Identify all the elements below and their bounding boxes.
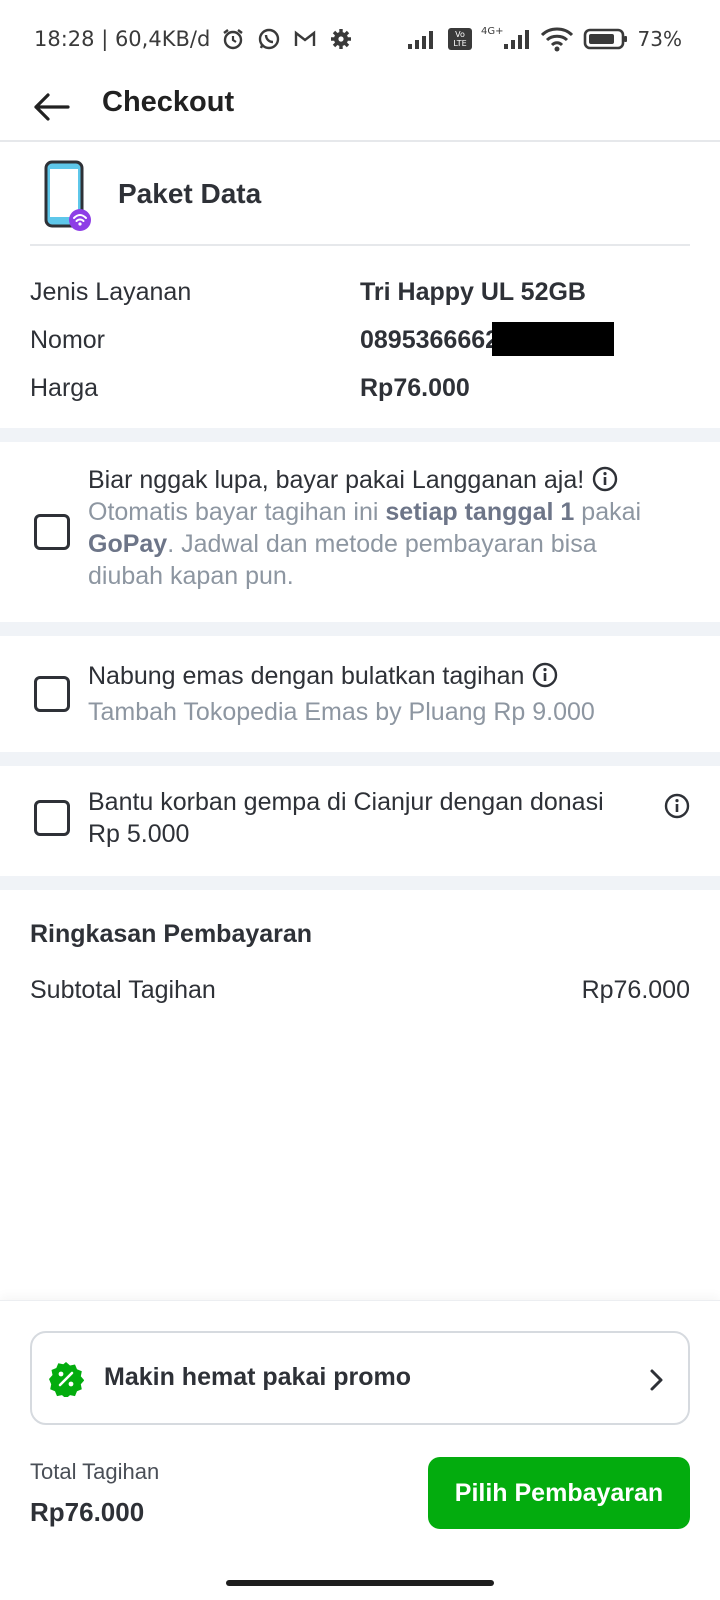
info-icon[interactable]: [532, 662, 558, 688]
summary-title: Ringkasan Pembayaran: [30, 920, 313, 948]
redaction-bar: [492, 322, 614, 356]
status-time-speed: 18:28 | 60,4KB/d: [34, 27, 211, 51]
promo-button[interactable]: Makin hemat pakai promo: [30, 1331, 690, 1425]
gold-checkbox[interactable]: [34, 676, 70, 712]
total-value: Rp76.000: [30, 1497, 145, 1527]
subscription-desc-part: pakai: [574, 498, 642, 526]
gold-title: Nabung emas dengan bulatkan tagihan: [88, 660, 658, 692]
subscription-option: Biar nggak lupa, bayar pakai Langganan a…: [0, 442, 720, 622]
subtotal-value: Rp76.000: [581, 976, 690, 1004]
detail-row-price: Harga Rp76.000: [30, 364, 690, 412]
volte-badge: Vo LTE: [448, 28, 473, 50]
subscription-gopay-highlight: GoPay: [88, 530, 168, 558]
subscription-text: Biar nggak lupa, bayar pakai Langganan a…: [88, 464, 658, 592]
total-label: Total Tagihan: [30, 1459, 160, 1484]
arrow-left-icon: [34, 93, 70, 121]
donation-option: Bantu korban gempa di Cianjur dengan don…: [0, 766, 720, 876]
wifi-icon: [540, 26, 574, 52]
gold-title-text: Nabung emas dengan bulatkan tagihan: [88, 662, 525, 690]
detail-row-number: Nomor 08953666626: [30, 316, 690, 364]
promo-text: Makin hemat pakai promo: [104, 1363, 412, 1391]
subscription-description: Otomatis bayar tagihan ini setiap tangga…: [88, 496, 658, 592]
choose-payment-button[interactable]: Pilih Pembayaran: [428, 1457, 690, 1529]
donation-checkbox[interactable]: [34, 800, 70, 836]
signal-icon: [407, 26, 439, 52]
chevron-right-icon: [646, 1367, 666, 1393]
gold-text: Nabung emas dengan bulatkan tagihan Tamb…: [88, 660, 658, 728]
battery-icon: [583, 26, 629, 52]
subscription-title-text: Biar nggak lupa, bayar pakai Langganan a…: [88, 466, 585, 494]
status-right: Vo LTE 4G+ 73%: [407, 24, 682, 54]
whatsapp-icon: [256, 26, 282, 52]
status-left: 18:28 | 60,4KB/d: [34, 24, 354, 54]
section-divider: [0, 622, 720, 636]
battery-level: 73%: [637, 27, 682, 51]
phone-wifi-icon: [42, 160, 96, 234]
detail-label: Harga: [30, 374, 99, 402]
subscription-date-highlight: setiap tanggal 1: [385, 498, 575, 526]
info-icon[interactable]: [592, 466, 618, 492]
detail-label: Nomor: [30, 326, 106, 354]
section-divider: [0, 752, 720, 766]
detail-value: 08953666626: [360, 326, 513, 354]
gold-subtitle: Tambah Tokopedia Emas by Pluang Rp 9.000: [88, 698, 595, 726]
info-icon[interactable]: [664, 793, 690, 819]
detail-value: Tri Happy UL 52GB: [360, 278, 586, 306]
status-bar: 18:28 | 60,4KB/d Vo LTE 4G+ 73%: [0, 0, 720, 78]
section-divider: [0, 428, 720, 442]
detail-row-service: Jenis Layanan Tri Happy UL 52GB: [30, 268, 690, 316]
back-button[interactable]: [28, 84, 74, 130]
home-indicator[interactable]: [226, 1580, 494, 1586]
page-title: Checkout: [102, 86, 235, 118]
detail-label: Jenis Layanan: [30, 278, 192, 306]
network-type-label: 4G+: [481, 25, 504, 37]
product-title: Paket Data: [118, 178, 262, 209]
checkout-footer: Makin hemat pakai promo Total Tagihan Rp…: [0, 1300, 720, 1600]
detail-value: Rp76.000: [360, 374, 470, 402]
product-header: Paket Data: [30, 148, 690, 246]
order-details: Jenis Layanan Tri Happy UL 52GB Nomor 08…: [30, 268, 690, 412]
subscription-checkbox[interactable]: [34, 514, 70, 550]
donation-title: Bantu korban gempa di Cianjur dengan don…: [88, 788, 604, 848]
gold-option: Nabung emas dengan bulatkan tagihan Tamb…: [0, 636, 720, 752]
alarm-icon: [220, 26, 246, 52]
gmail-icon: [292, 26, 318, 52]
subscription-desc-part: Otomatis bayar tagihan ini: [88, 498, 386, 526]
settings-icon: [328, 26, 354, 52]
subtotal-label: Subtotal Tagihan: [30, 976, 216, 1004]
app-header: Checkout: [0, 78, 720, 142]
section-divider: [0, 876, 720, 890]
promo-badge-icon: [48, 1361, 85, 1399]
signal-icon: [503, 26, 531, 52]
subscription-title: Biar nggak lupa, bayar pakai Langganan a…: [88, 464, 658, 496]
